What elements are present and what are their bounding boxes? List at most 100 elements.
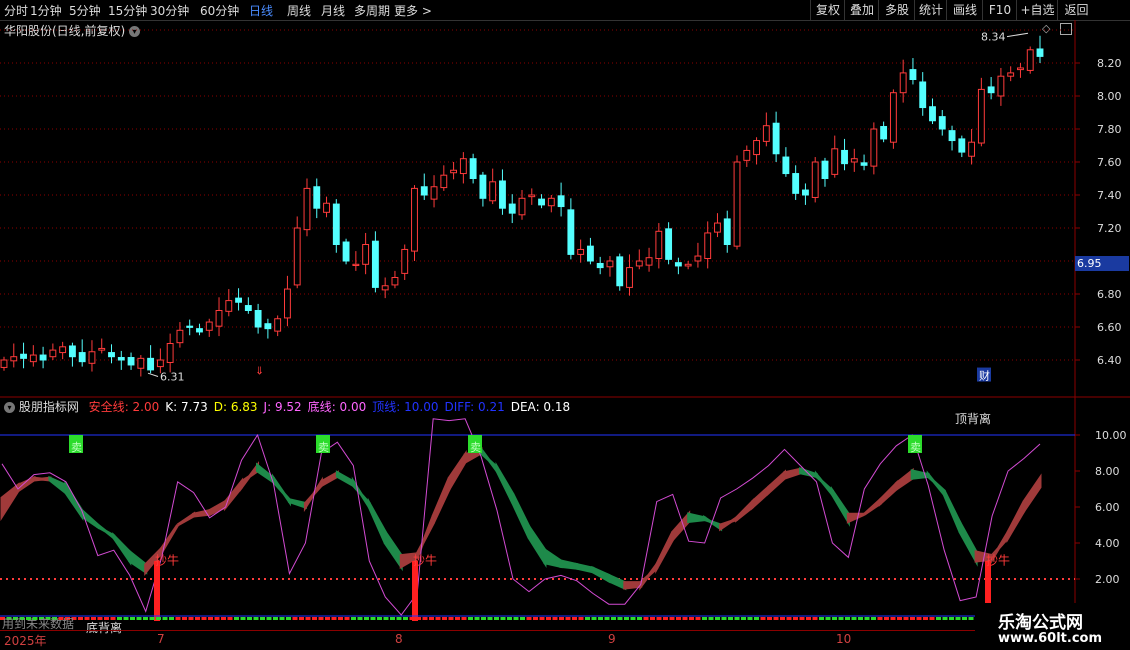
candle-body[interactable] bbox=[1017, 67, 1024, 71]
candle-body[interactable] bbox=[704, 232, 712, 260]
candle-body[interactable] bbox=[968, 141, 976, 157]
candle-body[interactable] bbox=[459, 158, 467, 175]
candle-body[interactable] bbox=[909, 69, 917, 80]
period-tab[interactable]: 5分钟 bbox=[69, 2, 101, 19]
candle-body[interactable] bbox=[792, 173, 800, 194]
candle-body[interactable] bbox=[645, 257, 653, 266]
candle-body[interactable] bbox=[450, 169, 458, 174]
candle-body[interactable] bbox=[841, 149, 848, 165]
candle-body[interactable] bbox=[987, 86, 995, 94]
candle-body[interactable] bbox=[411, 187, 418, 252]
candle-body[interactable] bbox=[78, 352, 86, 363]
candle-body[interactable] bbox=[108, 352, 115, 358]
candle-body[interactable] bbox=[293, 227, 301, 286]
period-tab[interactable]: 周线 bbox=[287, 2, 311, 19]
candle-body[interactable] bbox=[538, 198, 545, 206]
candle-body[interactable] bbox=[254, 310, 262, 328]
candle-body[interactable] bbox=[371, 240, 379, 288]
candle-body[interactable] bbox=[772, 122, 780, 155]
candle-body[interactable] bbox=[547, 197, 555, 207]
candle-body[interactable] bbox=[1036, 48, 1044, 57]
candle-body[interactable] bbox=[802, 189, 809, 196]
candle-body[interactable] bbox=[850, 158, 858, 163]
candle-body[interactable] bbox=[352, 263, 360, 267]
candle-body[interactable] bbox=[860, 162, 868, 166]
candle-body[interactable] bbox=[39, 354, 47, 361]
candle-body[interactable] bbox=[186, 325, 194, 328]
candle-body[interactable] bbox=[176, 329, 184, 344]
candle-body[interactable] bbox=[205, 321, 213, 331]
toolbar-button[interactable]: 叠加 bbox=[844, 0, 879, 20]
candle-body[interactable] bbox=[401, 248, 409, 274]
toolbar-button[interactable]: +自选 bbox=[1016, 0, 1058, 20]
candle-body[interactable] bbox=[557, 195, 565, 208]
candle-body[interactable] bbox=[88, 351, 96, 364]
indicator-chart[interactable]: 10.00 8.00 6.00 4.00 2.00 抄牛 抄牛 抄牛 卖 卖 卖 卖 bbox=[0, 398, 1130, 630]
candle-body[interactable] bbox=[1007, 72, 1015, 77]
candle-body[interactable] bbox=[20, 353, 27, 359]
candle-body[interactable] bbox=[303, 187, 311, 231]
candle-body[interactable] bbox=[762, 125, 770, 142]
period-tab[interactable]: 更多 > bbox=[394, 2, 432, 19]
candle-body[interactable] bbox=[586, 245, 594, 262]
candle-body[interactable] bbox=[420, 186, 428, 196]
buy-signal-bar[interactable] bbox=[412, 561, 418, 621]
candle-body[interactable] bbox=[518, 197, 526, 216]
candle-body[interactable] bbox=[997, 75, 1005, 97]
candle-body[interactable] bbox=[567, 209, 575, 255]
period-tab[interactable]: 60分钟 bbox=[200, 2, 239, 19]
candle-body[interactable] bbox=[870, 128, 878, 167]
candle-body[interactable] bbox=[977, 88, 985, 144]
candle-body[interactable] bbox=[0, 359, 8, 368]
candle-body[interactable] bbox=[577, 248, 585, 255]
candle-body[interactable] bbox=[655, 230, 663, 260]
candle-body[interactable] bbox=[606, 260, 614, 268]
candle-body[interactable] bbox=[430, 186, 438, 200]
candle-body[interactable] bbox=[264, 323, 272, 330]
candle-body[interactable] bbox=[137, 357, 145, 369]
candle-body[interactable] bbox=[831, 148, 839, 175]
candle-body[interactable] bbox=[244, 305, 252, 311]
candle-body[interactable] bbox=[10, 356, 18, 362]
candle-body[interactable] bbox=[626, 267, 633, 288]
period-tab[interactable]: 15分钟 bbox=[108, 2, 147, 19]
candle-body[interactable] bbox=[508, 203, 516, 214]
event-marker[interactable]: ⇓ bbox=[255, 365, 264, 378]
candle-body[interactable] bbox=[596, 262, 604, 269]
candle-body[interactable] bbox=[938, 116, 946, 130]
candle-body[interactable] bbox=[225, 300, 233, 312]
candle-body[interactable] bbox=[948, 130, 956, 142]
toolbar-button[interactable]: 统计 bbox=[914, 0, 947, 20]
candle-body[interactable] bbox=[166, 343, 174, 363]
candle-body[interactable] bbox=[743, 149, 751, 161]
candle-body[interactable] bbox=[68, 345, 76, 358]
candle-body[interactable] bbox=[528, 194, 536, 198]
candle-body[interactable] bbox=[98, 347, 106, 351]
period-tab[interactable]: 1分钟 bbox=[30, 2, 62, 19]
period-tab[interactable]: 分时 bbox=[4, 2, 28, 19]
candle-body[interactable] bbox=[1026, 49, 1034, 71]
candle-body[interactable] bbox=[469, 158, 477, 179]
candle-body[interactable] bbox=[342, 241, 350, 262]
candle-body[interactable] bbox=[694, 255, 702, 262]
toolbar-button[interactable]: 返回 bbox=[1057, 0, 1095, 20]
candle-body[interactable] bbox=[714, 222, 721, 233]
candle-body[interactable] bbox=[381, 285, 389, 291]
candle-body[interactable] bbox=[929, 106, 936, 122]
candle-body[interactable] bbox=[313, 186, 321, 209]
toolbar-button[interactable]: 复权 bbox=[810, 0, 845, 20]
candle-body[interactable] bbox=[391, 277, 399, 286]
period-tab[interactable]: 30分钟 bbox=[150, 2, 189, 19]
candle-body[interactable] bbox=[235, 297, 242, 303]
candle-body[interactable] bbox=[880, 126, 888, 140]
candle-body[interactable] bbox=[811, 161, 819, 198]
candle-body[interactable] bbox=[59, 346, 67, 354]
candle-body[interactable] bbox=[489, 181, 497, 202]
candle-body[interactable] bbox=[684, 263, 692, 267]
candle-body[interactable] bbox=[156, 359, 164, 368]
period-tab[interactable]: 月线 bbox=[321, 2, 345, 19]
candle-body[interactable] bbox=[782, 156, 790, 175]
buy-signal-bar[interactable] bbox=[154, 561, 160, 621]
candle-body[interactable] bbox=[479, 174, 487, 199]
candle-body[interactable] bbox=[723, 218, 731, 246]
